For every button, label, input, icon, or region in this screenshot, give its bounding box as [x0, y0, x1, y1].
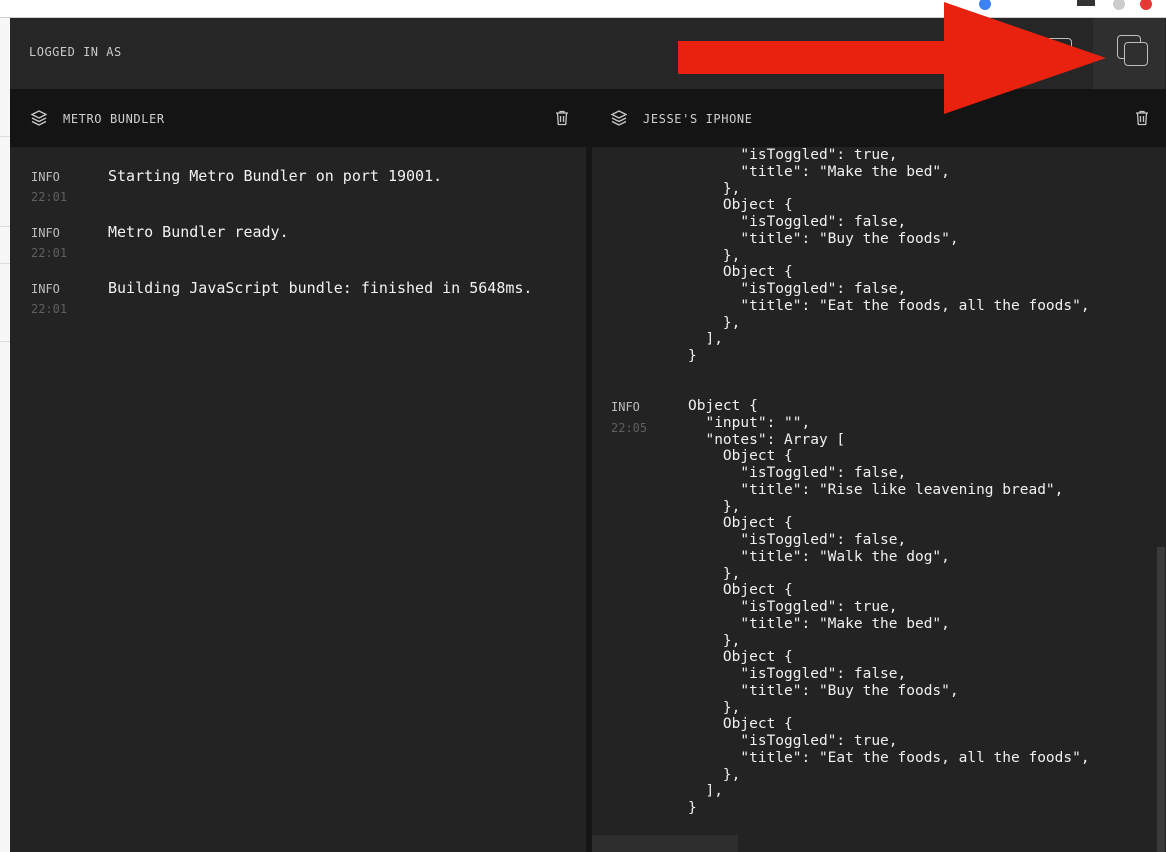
previous-log-output: "isToggled": true, "title": "Make the be… — [688, 147, 1090, 364]
log-time: 22:05 — [611, 421, 648, 435]
trash-icon[interactable] — [1135, 110, 1149, 126]
log-time: 22:01 — [31, 190, 68, 204]
log-time: 22:01 — [31, 246, 68, 260]
log-message: Object { "input": "", "notes": Array [ O… — [688, 398, 1090, 816]
device-log-pane[interactable]: "isToggled": true, "title": "Make the be… — [592, 147, 1166, 852]
profile-icon[interactable] — [1113, 0, 1125, 10]
log-message: Building JavaScript bundle: finished in … — [108, 279, 533, 297]
vertical-scrollbar[interactable] — [1157, 547, 1165, 852]
pane-title: METRO BUNDLER — [63, 112, 165, 126]
metro-bundler-log-pane[interactable]: INFO 22:01 Starting Metro Bundler on por… — [10, 147, 586, 852]
layers-icon — [611, 110, 627, 126]
notification-icon[interactable] — [1140, 0, 1152, 10]
trash-icon[interactable] — [555, 110, 569, 126]
left-window-edge — [0, 18, 10, 852]
logged-in-label: LOGGED IN AS — [29, 45, 122, 59]
layers-icon — [31, 110, 47, 126]
log-level: INFO — [31, 170, 60, 184]
log-level: INFO — [31, 282, 60, 296]
log-level: INFO — [611, 400, 640, 414]
red-arrow — [678, 2, 1106, 114]
log-message: Starting Metro Bundler on port 19001. — [108, 167, 443, 185]
log-message: Metro Bundler ready. — [108, 223, 289, 241]
horizontal-scrollbar[interactable] — [592, 835, 738, 852]
log-level: INFO — [31, 226, 60, 240]
log-time: 22:01 — [31, 302, 68, 316]
pane-header-metro-bundler: METRO BUNDLER — [10, 89, 586, 147]
expo-dev-tools: LOGGED IN AS METRO BUNDLER JESSE'S IPHON… — [10, 18, 1166, 852]
